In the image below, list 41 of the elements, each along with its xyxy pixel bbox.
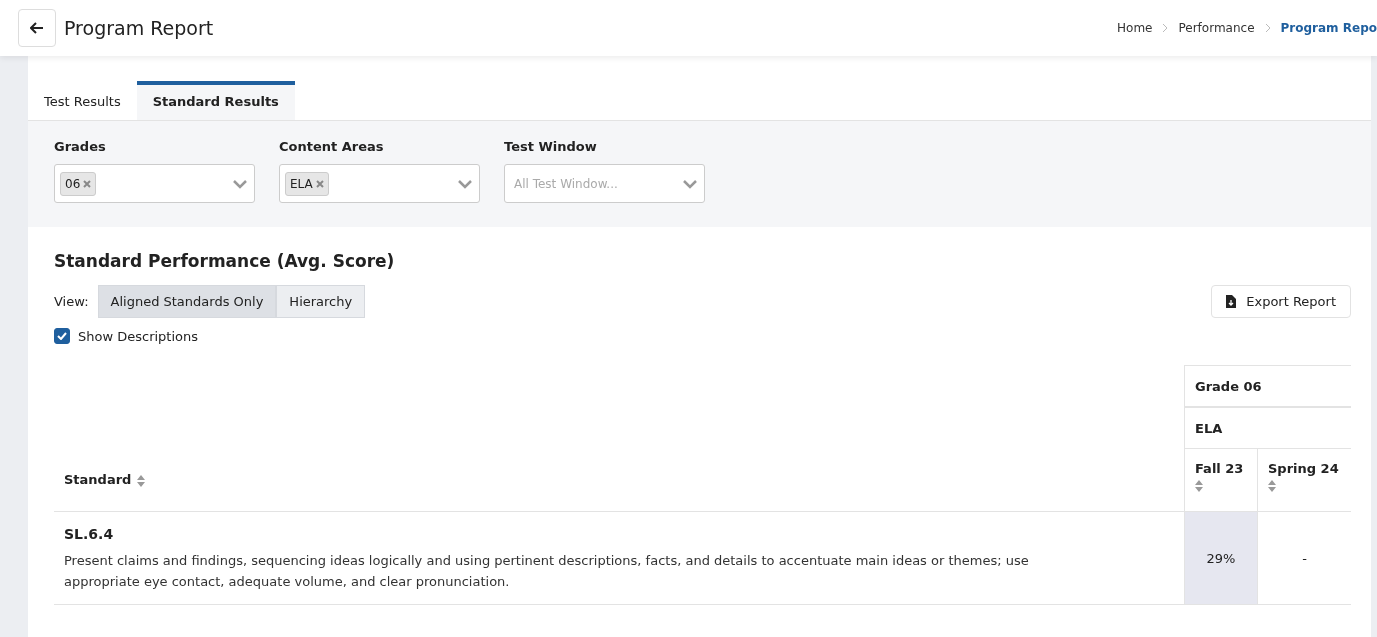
section-title: Standard Performance (Avg. Score) <box>54 251 396 271</box>
tag-label: 06 <box>65 176 81 191</box>
standard-description: Present claims and findings, sequencing ideas logically and using pertinent descriptions, facts, and details to accentuate main ideas or themes; use appropriate eye contact, adequate volume, and clear pronunciation. <box>64 552 1030 591</box>
view-label: View: <box>54 294 89 309</box>
back-button[interactable] <box>18 9 56 47</box>
filter-label: Grades <box>54 139 107 154</box>
sort-icon[interactable] <box>1195 480 1203 492</box>
chevron-down-icon[interactable] <box>682 178 698 189</box>
export-button[interactable]: Export Report <box>1211 285 1351 318</box>
close-icon[interactable] <box>83 179 92 188</box>
standard-code: SL.6.4 <box>64 526 115 542</box>
filter-label: Content Areas <box>279 139 385 154</box>
sort-icon[interactable] <box>1268 480 1276 492</box>
select-field[interactable]: 06 <box>54 164 255 203</box>
arrow-left-icon <box>30 22 44 34</box>
filter-label: Test Window <box>504 139 598 154</box>
table-cell: 29% <box>1184 512 1257 605</box>
checkbox-label: Show Descriptions <box>78 328 199 344</box>
chevron-down-icon[interactable] <box>457 178 473 189</box>
page-title: Program Report <box>64 17 215 39</box>
view-toggle[interactable]: Aligned Standards Only <box>97 285 277 318</box>
table-cell: - <box>1257 512 1351 605</box>
sort-icon[interactable] <box>137 475 146 487</box>
tag-label: ELA <box>290 176 313 191</box>
chevron-down-icon[interactable] <box>232 178 248 189</box>
view-toggle[interactable]: Hierarchy <box>276 285 366 318</box>
chevron-right-icon <box>1264 23 1271 33</box>
tab[interactable]: Standard Results <box>136 81 295 120</box>
breadcrumb-link[interactable]: Performance <box>1178 21 1255 35</box>
breadcrumb-link[interactable]: Home <box>1117 21 1153 35</box>
checkmark-icon <box>57 332 67 340</box>
checkbox[interactable] <box>54 328 70 344</box>
select-field[interactable]: ELA <box>279 164 480 203</box>
breadcrumb-link[interactable]: Program Repo <box>1280 21 1377 35</box>
select-placeholder: All Test Window... <box>513 176 619 191</box>
column-header[interactable]: Standard <box>54 365 1184 512</box>
column-header: Grade 06 <box>1184 365 1351 407</box>
close-icon[interactable] <box>315 179 324 188</box>
column-header: ELA <box>1184 407 1351 449</box>
chevron-right-icon <box>1162 23 1169 33</box>
file-download-icon <box>1226 295 1237 308</box>
